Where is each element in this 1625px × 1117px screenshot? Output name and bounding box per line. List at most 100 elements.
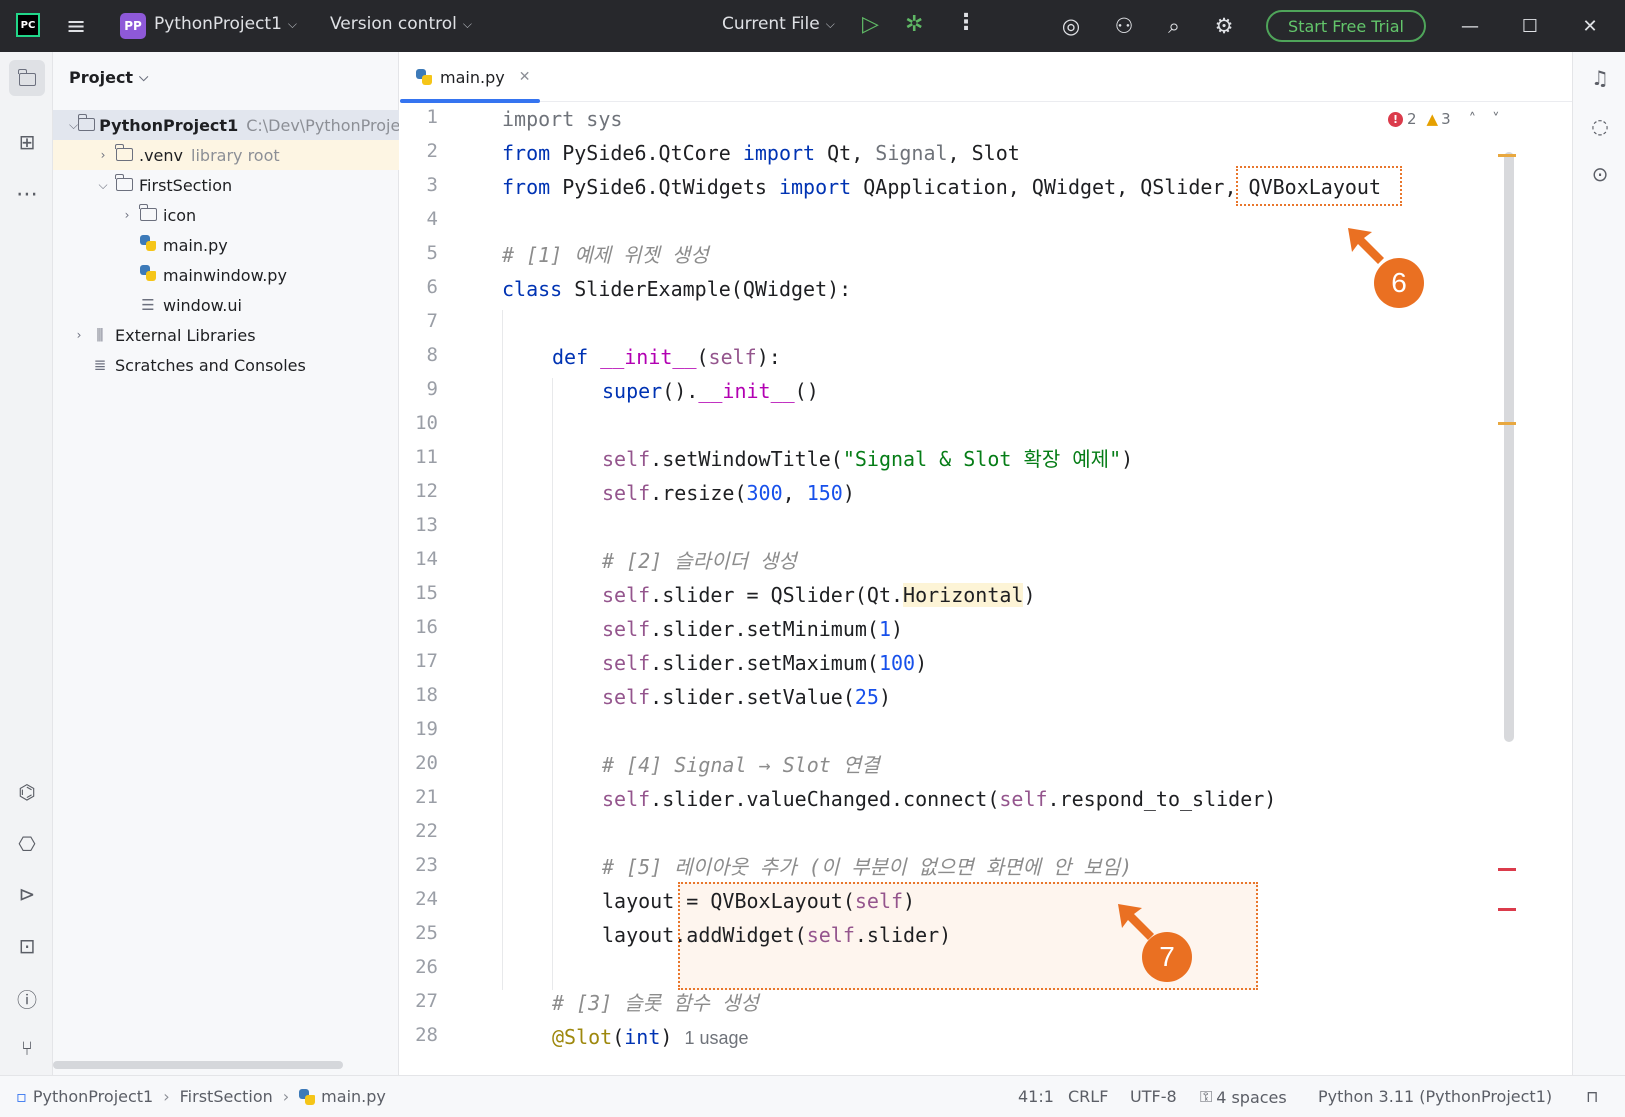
services-icon[interactable]: ⎔ — [9, 826, 45, 862]
code-line: super().__init__() — [602, 379, 819, 403]
tree-item-label: Scratches and Consoles — [115, 355, 306, 375]
interpreter-selector[interactable]: Python 3.11 (PythonProject1) — [1318, 1087, 1552, 1106]
right-tool-strip: ♫ ◌ ⊙ — [1572, 52, 1625, 1075]
code-comment: # [1] 예제 위젯 생성 — [502, 243, 709, 267]
chevron-down-icon: ⌵ — [462, 16, 472, 31]
problems-icon[interactable]: ⓘ — [9, 980, 45, 1016]
file-encoding[interactable]: UTF-8 — [1130, 1087, 1177, 1106]
coverage-icon[interactable]: ⊙ — [1584, 158, 1616, 190]
line-number: 25 — [415, 922, 438, 944]
tree-item-firstsection[interactable]: ⌵ FirstSection — [53, 170, 399, 200]
lock-icon: ⚿ — [1200, 1087, 1213, 1106]
tree-item-main-py[interactable]: main.py — [53, 230, 399, 260]
main-menu-icon[interactable]: ≡ — [62, 12, 90, 40]
structure-tool-icon[interactable]: ⊞ — [9, 124, 45, 160]
tree-item-label: window.ui — [163, 295, 242, 315]
line-separator[interactable]: CRLF — [1068, 1087, 1108, 1106]
more-tools-icon[interactable]: ⋯ — [9, 176, 45, 212]
run-icon[interactable]: ▷ — [862, 12, 879, 37]
code-comment: # [2] 슬라이더 생성 — [602, 549, 797, 573]
chevron-down-icon: ⌵ — [69, 117, 79, 132]
python-file-icon — [299, 1088, 316, 1105]
tree-item-scratches[interactable]: ≣ Scratches and Consoles — [53, 350, 399, 380]
project-panel: Project ⌵ ⌵ PythonProject1 C:\Dev\Python… — [53, 52, 399, 1075]
tree-item-icon-folder[interactable]: › icon — [53, 200, 399, 230]
line-number: 27 — [415, 990, 438, 1012]
code-line: self.slider.setMinimum(1) — [602, 617, 904, 641]
line-number: 16 — [415, 616, 438, 638]
close-icon[interactable]: ✕ — [1570, 10, 1610, 42]
code-line: self.slider.setMaximum(100) — [602, 651, 928, 675]
chevron-right-icon: › — [163, 1087, 170, 1106]
tree-item-mainwindow-py[interactable]: mainwindow.py — [53, 260, 399, 290]
version-control-menu[interactable]: Version control ⌵ — [330, 14, 472, 34]
tab-label: main.py — [440, 67, 505, 87]
breadcrumb-item[interactable]: FirstSection — [180, 1087, 273, 1106]
tree-item-label: FirstSection — [139, 175, 233, 195]
project-badge[interactable]: PP — [120, 13, 146, 39]
tree-item-venv[interactable]: › .venv library root — [53, 140, 399, 170]
ai-chat-icon[interactable]: ◌ — [1584, 110, 1616, 142]
git-icon[interactable]: ⑂ — [9, 1030, 45, 1066]
code-line: self.setWindowTitle("Signal & Slot 확장 예제… — [602, 447, 1134, 471]
indent-label: 4 spaces — [1216, 1087, 1287, 1107]
run-tool-icon[interactable]: ⊳ — [9, 876, 45, 912]
code-line: def __init__(self): — [552, 345, 781, 369]
line-number: 21 — [415, 786, 438, 808]
code-line: self.slider.setValue(25) — [602, 685, 892, 709]
ui-file-icon: ☰ — [141, 296, 155, 314]
terminal-icon[interactable]: ⊡ — [9, 928, 45, 964]
tree-item-project-root[interactable]: ⌵ PythonProject1 C:\Dev\PythonProject1 — [53, 110, 399, 140]
debug-icon[interactable]: ✲ — [905, 12, 923, 37]
caret-position[interactable]: 41:1 — [1018, 1087, 1054, 1106]
breadcrumb: ▫ PythonProject1 › FirstSection › main.p… — [16, 1087, 386, 1106]
chevron-down-icon: ⌵ — [825, 16, 835, 31]
notifications-icon[interactable]: ♫ — [1584, 62, 1616, 94]
maximize-icon[interactable]: ☐ — [1510, 10, 1550, 42]
line-number: 13 — [415, 514, 438, 536]
search-icon[interactable]: ⌕ — [1160, 12, 1188, 40]
chevron-down-icon: ⌵ — [287, 16, 298, 31]
error-marker[interactable] — [1498, 868, 1516, 871]
warning-marker[interactable] — [1498, 154, 1516, 157]
tree-item-label: mainwindow.py — [163, 265, 287, 285]
vertical-scrollbar[interactable] — [1504, 152, 1514, 742]
callout-6: 6 — [1374, 258, 1424, 308]
breadcrumb-item[interactable]: PythonProject1 — [33, 1087, 153, 1106]
python-packages-icon[interactable]: ⌬ — [9, 774, 45, 810]
tree-item-label: External Libraries — [115, 325, 256, 345]
tree-item-external-libraries[interactable]: › ⫼ External Libraries — [53, 320, 399, 350]
usage-hint[interactable]: 1 usage — [684, 1028, 748, 1048]
chevron-right-icon: › — [100, 148, 106, 162]
code-line: self.slider = QSlider(Qt.Horizontal) — [602, 583, 1036, 607]
tree-item-window-ui[interactable]: ☰ window.ui — [53, 290, 399, 320]
close-tab-icon[interactable]: ✕ — [519, 69, 531, 85]
add-user-icon[interactable]: ⚇ — [1110, 12, 1138, 40]
minimize-icon[interactable]: — — [1450, 10, 1490, 42]
line-number: 6 — [426, 276, 438, 298]
ai-assistant-icon[interactable]: ◎ — [1057, 12, 1085, 40]
run-configuration-select[interactable]: Current File ⌵ — [722, 14, 835, 34]
error-marker[interactable] — [1498, 908, 1516, 911]
project-switcher[interactable]: PythonProject1 ⌵ — [154, 14, 297, 34]
warning-marker[interactable] — [1498, 422, 1516, 425]
line-number: 18 — [415, 684, 438, 706]
project-tool-icon[interactable] — [9, 60, 45, 96]
chevron-right-icon: › — [76, 328, 82, 342]
horizontal-scrollbar[interactable] — [53, 1061, 343, 1069]
line-number: 4 — [426, 208, 438, 230]
line-number: 2 — [426, 140, 438, 162]
gear-icon[interactable]: ⚙ — [1210, 12, 1238, 40]
project-panel-header[interactable]: Project ⌵ — [69, 68, 148, 87]
line-number: 17 — [415, 650, 438, 672]
start-free-trial-button[interactable]: Start Free Trial — [1266, 10, 1426, 42]
breadcrumb-item[interactable]: main.py — [321, 1087, 386, 1106]
code-line: class SliderExample(QWidget): — [502, 277, 852, 301]
chevron-down-icon: ⌵ — [98, 177, 108, 192]
tab-main-py[interactable]: main.py ✕ — [400, 52, 540, 103]
read-only-lock-icon[interactable]: ⊓ — [1586, 1087, 1598, 1106]
python-file-icon — [137, 265, 159, 285]
line-number-gutter: 1 2 3 4 5 6 7 8 9 10 11 12 13 14 15 16 1… — [400, 102, 492, 1075]
more-actions-icon[interactable]: ⋮ — [955, 10, 977, 35]
indent-setting[interactable]: ⚿ 4 spaces — [1200, 1087, 1287, 1107]
